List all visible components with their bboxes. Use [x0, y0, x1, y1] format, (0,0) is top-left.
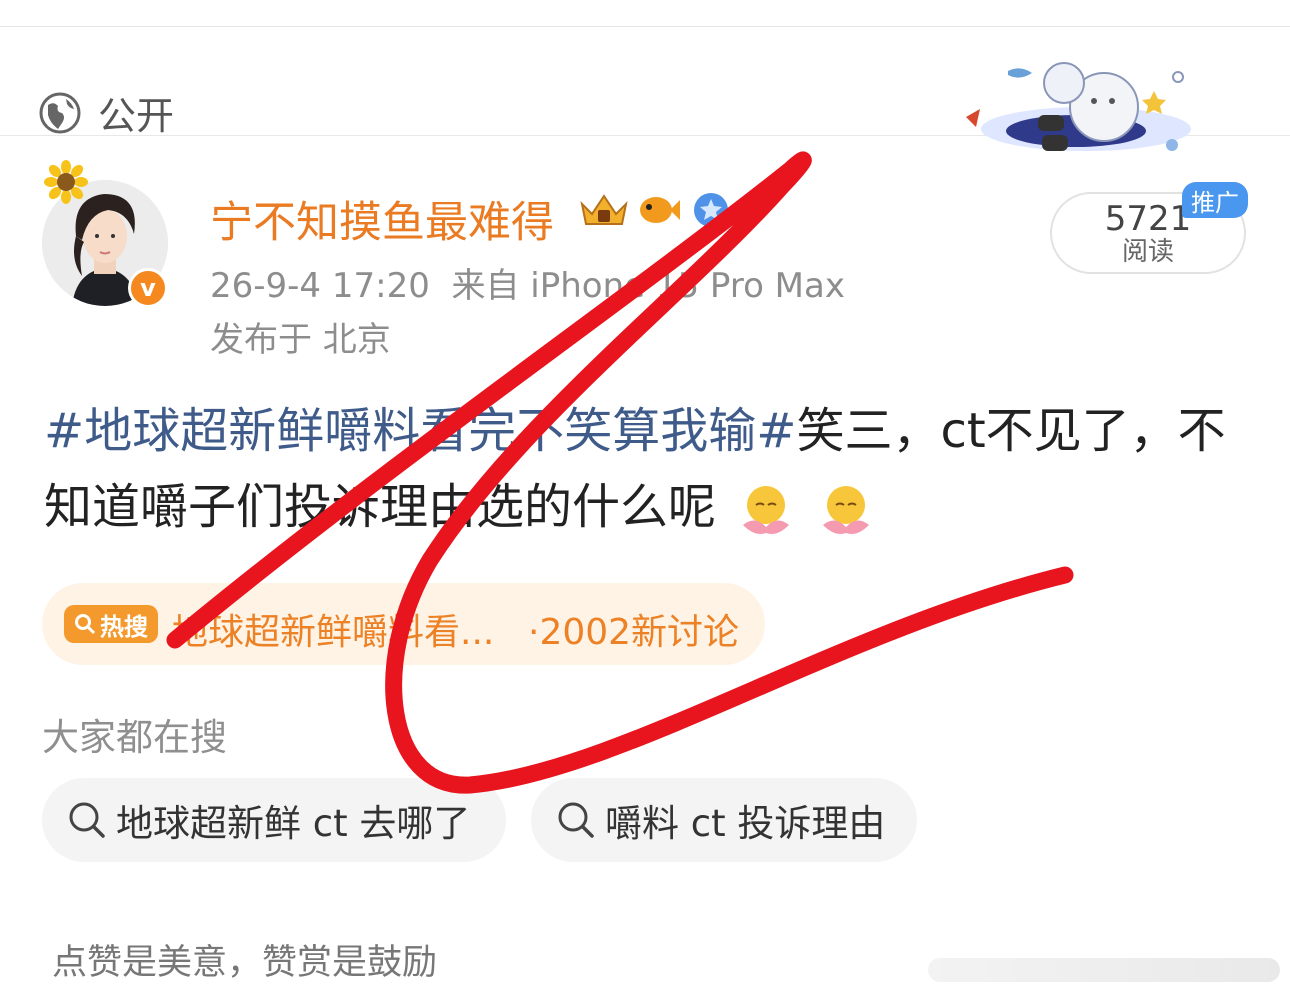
- post-datetime: 26-9-4 17:20: [210, 266, 430, 306]
- search-icon: [69, 802, 105, 838]
- blurred-bar: [928, 958, 1280, 982]
- fish-badge-icon[interactable]: [636, 190, 682, 230]
- search-suggestion-chip-2[interactable]: 嚼料 ct 投诉理由: [531, 778, 917, 862]
- visibility-label: 公开: [98, 94, 175, 138]
- decorative-banner-illustration: [966, 62, 1191, 151]
- sunflower-icon: [44, 160, 88, 204]
- visibility-selector[interactable]: 公开: [38, 85, 174, 140]
- read-label: 阅读: [1121, 237, 1174, 267]
- lotus-emoji-icon: [743, 486, 790, 534]
- hot-search-badge-label: 热搜: [100, 612, 148, 641]
- promote-badge[interactable]: 推广: [1182, 182, 1248, 218]
- hot-search-count: ·2002新讨论: [528, 612, 740, 653]
- search-suggestion-chip[interactable]: 地球超新鲜 ct 去哪了: [42, 778, 506, 862]
- user-avatar[interactable]: v: [42, 160, 172, 310]
- hot-search-title: 地球超新鲜嚼料看...: [172, 612, 495, 653]
- search-suggestion-text-2: 嚼料 ct 投诉理由: [605, 802, 886, 845]
- search-icon: [75, 614, 96, 635]
- search-icon: [558, 802, 594, 838]
- user-badges: [578, 190, 734, 230]
- post-source: 来自 iPhone 15 Pro Max: [451, 266, 845, 306]
- username[interactable]: 宁不知摸鱼最难得: [210, 188, 554, 250]
- post-location: 发布于 北京: [210, 320, 391, 360]
- lotus-emoji-icon-2: [822, 486, 869, 534]
- star-badge-icon[interactable]: [688, 190, 734, 230]
- verified-badge: v: [128, 268, 168, 308]
- post-meta: 26-9-4 17:20 来自 iPhone 15 Pro Max: [210, 258, 845, 307]
- reward-prompt: 点赞是美意，赞赏是鼓励: [52, 943, 438, 983]
- topic-link[interactable]: #地球超新鲜嚼料看完不笑算我输#: [44, 403, 796, 459]
- globe-icon: [39, 92, 81, 133]
- crown-badge-icon[interactable]: [578, 190, 630, 230]
- hot-search-card[interactable]: 热搜 地球超新鲜嚼料看... ·2002新讨论: [42, 583, 765, 665]
- search-suggestion-text: 地球超新鲜 ct 去哪了: [116, 802, 471, 845]
- hot-search-badge: 热搜: [64, 605, 158, 643]
- visibility-header: 公开: [0, 27, 1290, 151]
- post-content: #地球超新鲜嚼料看完不笑算我输#笑三，ct不见了，不知道嚼子们投诉理由选的什么呢: [44, 393, 1234, 545]
- trending-searches-label: 大家都在搜: [42, 716, 227, 759]
